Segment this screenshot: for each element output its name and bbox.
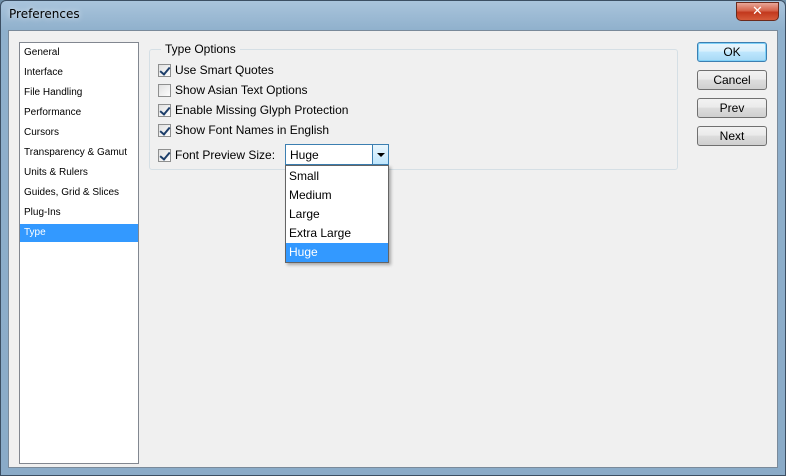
dropdown-option-small[interactable]: Small xyxy=(286,167,388,186)
sidebar-item-units-rulers[interactable]: Units & Rulers xyxy=(20,164,138,182)
font-names-english-label: Show Font Names in English xyxy=(175,123,330,137)
font-preview-size-checkbox[interactable] xyxy=(158,148,171,162)
sidebar-item-plug-ins[interactable]: Plug-Ins xyxy=(20,204,138,222)
window-title: Preferences xyxy=(9,7,80,21)
font-names-english-checkbox[interactable] xyxy=(158,123,171,137)
font-preview-size-dropdown: Small Medium Large Extra Large Huge xyxy=(285,165,389,263)
ok-button[interactable]: OK xyxy=(697,42,767,62)
dialog-body: General Interface File Handling Performa… xyxy=(8,30,778,468)
preferences-window: Preferences ✕ General Interface File Han… xyxy=(0,0,786,476)
sidebar-item-file-handling[interactable]: File Handling xyxy=(20,84,138,102)
title-bar[interactable]: Preferences ✕ xyxy=(1,1,785,31)
use-smart-quotes-label: Use Smart Quotes xyxy=(175,63,274,77)
show-asian-text-row[interactable]: Show Asian Text Options xyxy=(158,82,308,98)
missing-glyph-row[interactable]: Enable Missing Glyph Protection xyxy=(158,102,348,118)
show-asian-text-checkbox[interactable] xyxy=(158,83,171,97)
font-preview-size-select[interactable]: Huge xyxy=(285,144,389,165)
dropdown-option-extra-large[interactable]: Extra Large xyxy=(286,224,388,243)
show-asian-text-label: Show Asian Text Options xyxy=(175,83,308,97)
font-names-english-row[interactable]: Show Font Names in English xyxy=(158,122,329,138)
font-preview-size-row[interactable]: Font Preview Size: xyxy=(158,147,275,163)
sidebar-item-transparency-gamut[interactable]: Transparency & Gamut xyxy=(20,144,138,162)
next-button[interactable]: Next xyxy=(697,126,767,146)
sidebar-item-cursors[interactable]: Cursors xyxy=(20,124,138,142)
prev-button[interactable]: Prev xyxy=(697,98,767,118)
type-options-title: Type Options xyxy=(161,42,240,56)
preferences-category-list: General Interface File Handling Performa… xyxy=(19,42,139,464)
sidebar-item-interface[interactable]: Interface xyxy=(20,64,138,82)
cancel-button[interactable]: Cancel xyxy=(697,70,767,90)
close-icon: ✕ xyxy=(752,4,763,19)
dropdown-option-medium[interactable]: Medium xyxy=(286,186,388,205)
missing-glyph-label: Enable Missing Glyph Protection xyxy=(175,103,349,117)
font-preview-size-value: Huge xyxy=(290,148,319,162)
sidebar-item-performance[interactable]: Performance xyxy=(20,104,138,122)
missing-glyph-checkbox[interactable] xyxy=(158,103,171,117)
use-smart-quotes-row[interactable]: Use Smart Quotes xyxy=(158,62,274,78)
close-button[interactable]: ✕ xyxy=(736,2,779,21)
sidebar-item-general[interactable]: General xyxy=(20,44,138,62)
dropdown-option-large[interactable]: Large xyxy=(286,205,388,224)
dropdown-option-huge[interactable]: Huge xyxy=(286,243,388,262)
font-preview-size-label: Font Preview Size: xyxy=(175,148,276,162)
sidebar-item-type[interactable]: Type xyxy=(20,224,138,242)
use-smart-quotes-checkbox[interactable] xyxy=(158,63,171,77)
sidebar-item-guides-grid-slices[interactable]: Guides, Grid & Slices xyxy=(20,184,138,202)
chevron-down-icon[interactable] xyxy=(372,145,388,164)
